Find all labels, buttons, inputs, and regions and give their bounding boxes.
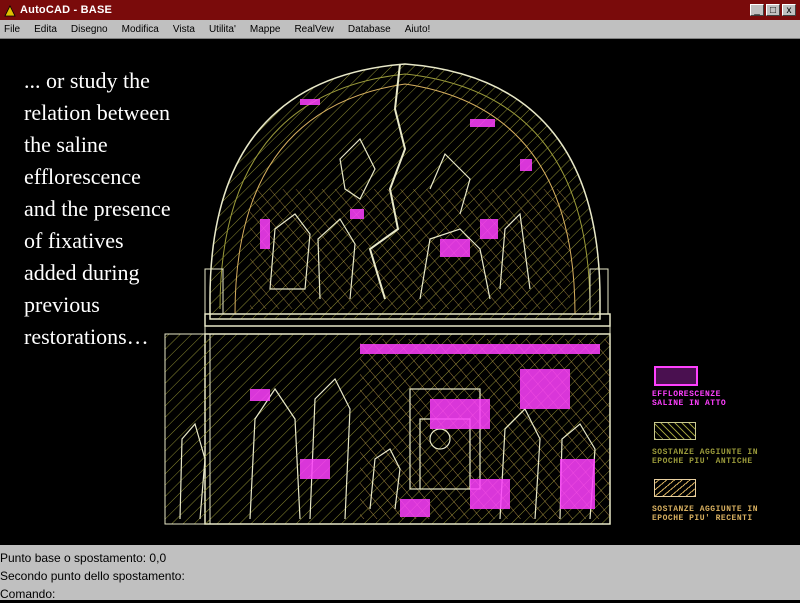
command-prompt[interactable]: Comando: (0, 585, 800, 603)
cornice-lower (204, 325, 611, 335)
drawing-area[interactable]: ... or study the relation between the sa… (0, 39, 800, 545)
maximize-button[interactable]: □ (766, 4, 780, 16)
menu-vista[interactable]: Vista (173, 24, 195, 35)
legend-label-recent-fixatives: SOSTANZE AGGIUNTE IN EPOCHE PIU' RECENTI (652, 505, 759, 523)
caption-line: relation between (24, 100, 170, 125)
caption-line: efflorescence (24, 164, 141, 189)
autocad-app-icon[interactable] (4, 4, 16, 17)
caption-line: ... or study the (24, 68, 150, 93)
menu-modifica[interactable]: Modifica (122, 24, 159, 35)
menu-disegno[interactable]: Disegno (71, 24, 108, 35)
caption-line: the saline (24, 132, 108, 157)
left-pilaster (164, 333, 211, 525)
command-history-line: Secondo punto dello spostamento: (0, 569, 185, 583)
caption-line: of fixatives (24, 228, 124, 253)
legend-label-old-fixatives: SOSTANZE AGGIUNTE IN EPOCHE PIU' ANTICHE (652, 448, 759, 466)
close-button[interactable]: x (782, 4, 796, 16)
menu-utilita[interactable]: Utilita' (209, 24, 236, 35)
overlay-caption: ... or study the relation between the sa… (24, 65, 224, 353)
menu-edita[interactable]: Edita (34, 24, 57, 35)
legend-swatch-recent-fixatives (654, 479, 696, 497)
command-history-line: Punto base o spostamento: 0,0 (0, 551, 167, 565)
menu-aiuto[interactable]: Aiuto! (405, 24, 431, 35)
caption-line: added during (24, 260, 140, 285)
caption-line: previous (24, 292, 100, 317)
legend-swatch-efflorescence (654, 366, 698, 386)
window-title: AutoCAD - BASE (20, 4, 113, 16)
menu-mappe[interactable]: Mappe (250, 24, 281, 35)
menu-bar: File Edita Disegno Modifica Vista Utilit… (0, 20, 800, 39)
caption-line: and the presence (24, 196, 171, 221)
arch-recent-area (250, 189, 570, 309)
menu-file[interactable]: File (4, 24, 20, 35)
menu-database[interactable]: Database (348, 24, 391, 35)
legend-swatch-old-fixatives (654, 422, 696, 440)
command-line-area[interactable]: Punto base o spostamento: 0,0 Secondo pu… (0, 545, 800, 603)
caption-line: restorations… (24, 324, 149, 349)
menu-realview[interactable]: RealVew (294, 24, 333, 35)
legend-label-efflorescence: EFFLORESCENZE SALINE IN ATTO (652, 390, 727, 408)
minimize-button[interactable]: _ (750, 4, 764, 16)
title-bar: AutoCAD - BASE _ □ x (0, 0, 800, 20)
